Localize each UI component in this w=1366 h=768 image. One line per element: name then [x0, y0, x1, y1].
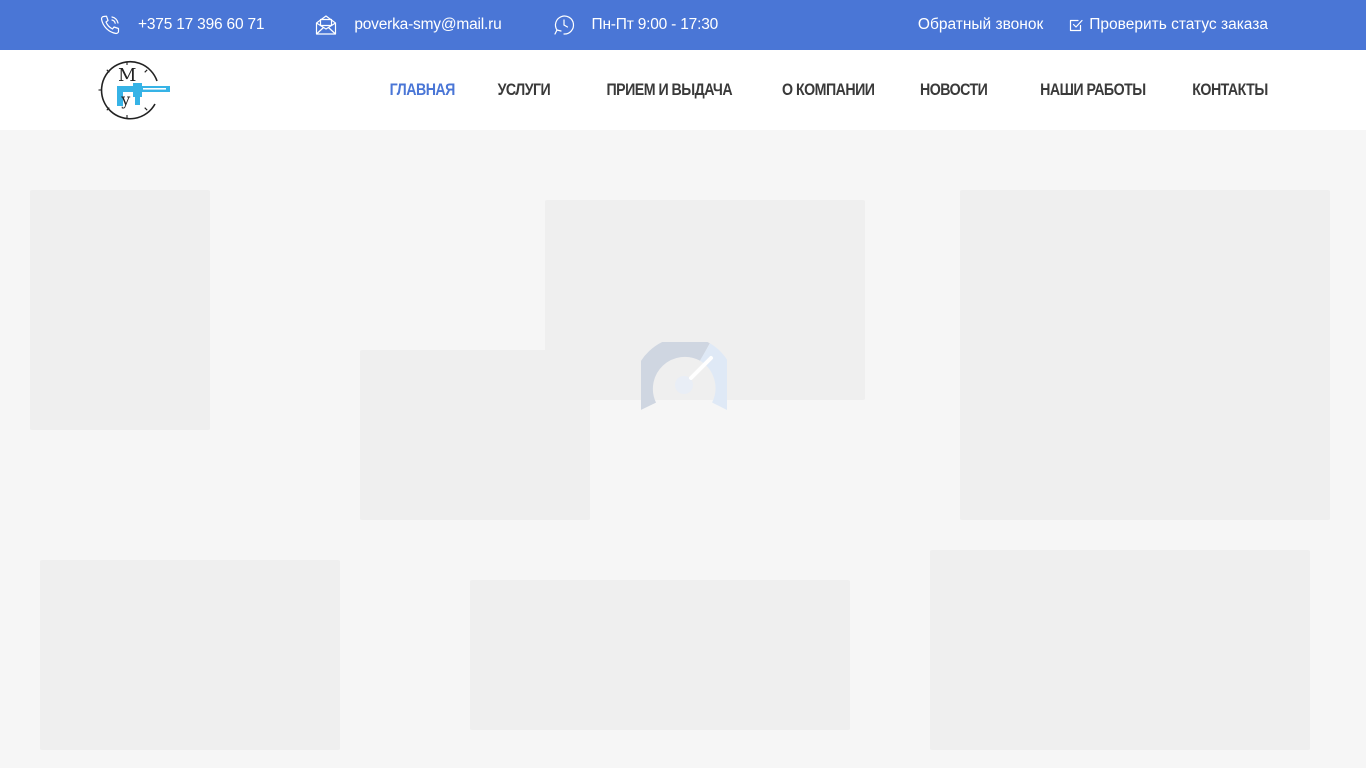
top-contact-bar: +375 17 396 60 71 poverka-smy@mail.ru Пн…	[0, 0, 1366, 50]
order-status-label[interactable]: Проверить статус заказа	[1089, 16, 1268, 34]
logo-letter-u: у	[121, 90, 131, 109]
site-logo[interactable]: М у	[97, 59, 171, 121]
logo-letter-m: М	[118, 65, 136, 86]
loading-spinner-icon	[632, 336, 736, 428]
main-navigation: ГЛАВНАЯ УСЛУГИ ПРИЕМ И ВЫДАЧА О КОМПАНИИ…	[344, 50, 1268, 130]
order-status-link[interactable]: Проверить статус заказа	[1069, 16, 1268, 34]
email-address[interactable]: poverka-smy@mail.ru	[354, 16, 501, 34]
nav-item-portfolio[interactable]: НАШИ РАБОТЫ	[1040, 81, 1146, 100]
background-shape	[40, 560, 340, 750]
clock-icon	[552, 13, 576, 37]
top-actions: Обратный звонок Проверить статус заказа	[918, 16, 1268, 34]
callback-link[interactable]: Обратный звонок	[918, 16, 1043, 34]
phone-contact[interactable]: +375 17 396 60 71	[98, 13, 265, 37]
nav-item-about[interactable]: О КОМПАНИИ	[782, 81, 875, 100]
nav-item-home[interactable]: ГЛАВНАЯ	[389, 81, 455, 100]
email-contact[interactable]: poverka-smy@mail.ru	[314, 13, 502, 37]
background-shape	[930, 550, 1310, 750]
nav-item-news[interactable]: НОВОСТИ	[920, 81, 988, 100]
background-shape	[470, 580, 850, 730]
nav-item-services[interactable]: УСЛУГИ	[498, 81, 551, 100]
nav-item-reception[interactable]: ПРИЕМ И ВЫДАЧА	[606, 81, 732, 100]
checkbox-icon	[1069, 18, 1083, 32]
phone-icon	[98, 13, 122, 37]
nav-item-contacts[interactable]: КОНТАКТЫ	[1193, 81, 1269, 100]
mail-icon	[314, 13, 338, 37]
background-shape	[30, 190, 210, 430]
hero-loading-overlay	[0, 130, 1366, 768]
working-hours-text: Пн-Пт 9:00 - 17:30	[591, 16, 719, 33]
background-shape	[960, 190, 1330, 520]
working-hours: Пн-Пт 9:00 - 17:30	[552, 13, 719, 37]
site-header: М у ГЛАВНАЯ УСЛУГИ ПРИЕМ И ВЫДАЧА О КОМП…	[0, 50, 1366, 130]
phone-number[interactable]: +375 17 396 60 71	[138, 16, 265, 34]
